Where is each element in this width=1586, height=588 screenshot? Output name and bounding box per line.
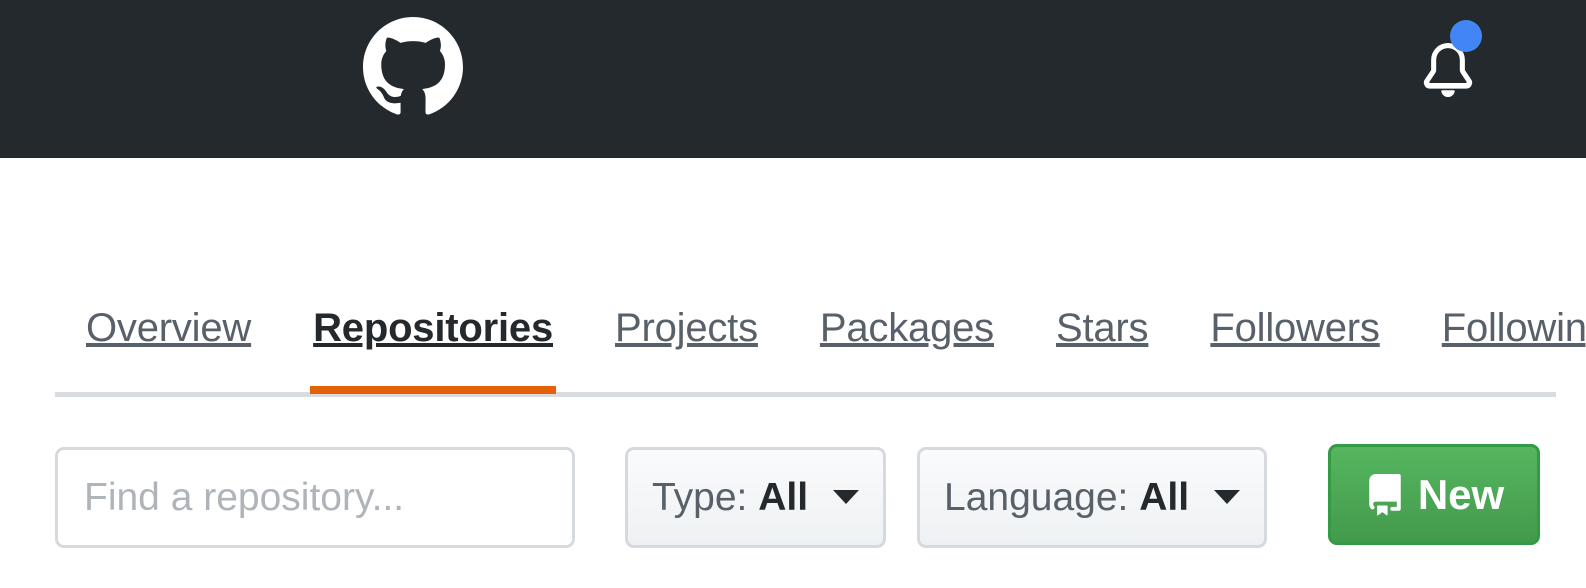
repo-icon bbox=[1364, 473, 1406, 516]
repository-search-input[interactable] bbox=[55, 447, 575, 548]
notifications-button[interactable] bbox=[1413, 20, 1495, 100]
notification-unread-dot bbox=[1450, 20, 1482, 52]
tabnav-list: Overview Repositories Projects Packages … bbox=[55, 274, 1586, 394]
new-repository-button[interactable]: New bbox=[1328, 444, 1540, 545]
github-logo-icon[interactable] bbox=[363, 17, 463, 117]
tab-followers[interactable]: Followers bbox=[1179, 274, 1410, 394]
type-filter-button[interactable]: Type: All bbox=[625, 447, 886, 548]
type-filter-value: All bbox=[758, 476, 809, 519]
tab-overview[interactable]: Overview bbox=[55, 274, 282, 394]
tab-packages[interactable]: Packages bbox=[789, 274, 1025, 394]
chevron-down-icon bbox=[832, 489, 859, 504]
profile-tabnav: Overview Repositories Projects Packages … bbox=[0, 158, 1586, 404]
tab-following[interactable]: Following bbox=[1411, 274, 1586, 394]
new-repository-label: New bbox=[1417, 470, 1505, 518]
language-filter-value: All bbox=[1139, 476, 1190, 519]
language-filter-button[interactable]: Language: All bbox=[917, 447, 1267, 548]
tab-repositories[interactable]: Repositories bbox=[282, 274, 584, 394]
chevron-down-icon bbox=[1213, 489, 1240, 504]
type-filter-label: Type: bbox=[652, 476, 748, 519]
language-filter-label: Language: bbox=[944, 476, 1129, 519]
app-header bbox=[0, 0, 1586, 158]
tab-stars[interactable]: Stars bbox=[1025, 274, 1179, 394]
tab-projects[interactable]: Projects bbox=[584, 274, 789, 394]
